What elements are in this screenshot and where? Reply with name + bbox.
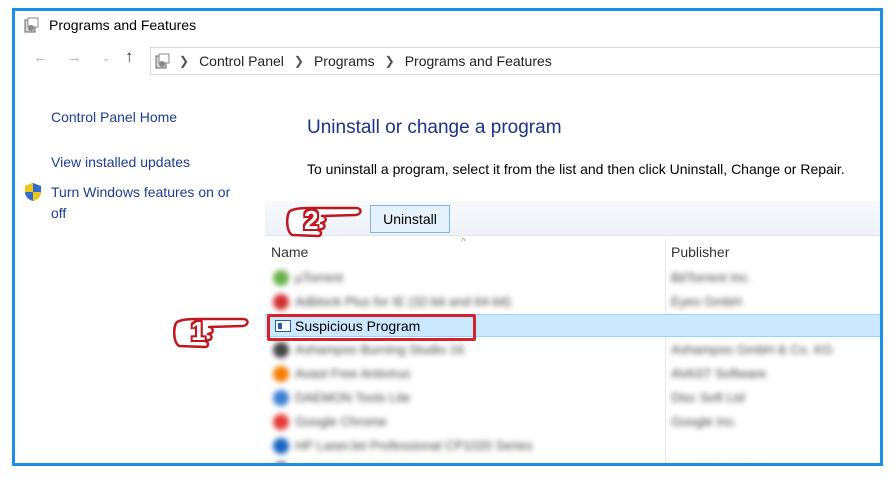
- program-row[interactable]: DAEMON Tools Lite Disc Soft Ltd: [265, 386, 880, 409]
- control-panel-icon: [155, 53, 171, 69]
- pointing-hand-step-1: 1: [169, 314, 261, 357]
- program-name: DAEMON Tools Lite: [295, 390, 411, 405]
- program-publisher: Disc Soft Ltd: [671, 390, 745, 405]
- program-publisher: AVAST Software: [671, 366, 767, 381]
- program-row[interactable]: Adblock Plus for IE (32-bit and 64-bit) E…: [265, 290, 880, 313]
- program-icon: [273, 414, 289, 430]
- back-arrow-icon[interactable]: ←: [33, 49, 48, 66]
- breadcrumb-separator-icon: ❯: [293, 54, 304, 68]
- programs-features-window: Programs and Features ← → ⌄ ↑ ❯ Control …: [12, 8, 883, 466]
- breadcrumb-separator-icon: ❯: [179, 54, 190, 68]
- breadcrumb-separator-icon: ❯: [384, 54, 395, 68]
- up-arrow-icon[interactable]: ↑: [125, 47, 134, 67]
- sidebar-link-updates[interactable]: View installed updates: [51, 152, 190, 172]
- column-header-name[interactable]: Name: [271, 244, 308, 260]
- program-publisher: Ashampoo GmbH & Co. KG: [671, 342, 833, 357]
- program-icon: [273, 462, 289, 463]
- program-icon: [273, 390, 289, 406]
- forward-arrow-icon[interactable]: →: [67, 49, 82, 66]
- step-number-2: 2: [304, 205, 319, 235]
- title-bar: Programs and Features: [15, 11, 880, 39]
- sidebar-link-windows-features-cont[interactable]: off: [51, 203, 66, 223]
- program-name: Adblock Plus for IE (32-bit and 64-bit): [295, 294, 512, 309]
- program-row[interactable]: HP LaserJet Professional CP1020 Series: [265, 434, 880, 457]
- address-bar[interactable]: ❯ Control Panel ❯ Programs ❯ Programs an…: [150, 47, 880, 75]
- column-header-publisher[interactable]: Publisher: [671, 244, 729, 260]
- breadcrumb-control-panel[interactable]: Control Panel: [199, 53, 284, 69]
- pointing-hand-step-2: 2: [282, 203, 374, 246]
- sort-ascending-icon: ^: [461, 237, 466, 248]
- program-row[interactable]: Ashampoo Burning Studio 16 Ashampoo GmbH …: [265, 338, 880, 361]
- breadcrumb-programs-features[interactable]: Programs and Features: [405, 53, 552, 69]
- program-icon: [273, 342, 289, 358]
- window-title: Programs and Features: [49, 17, 197, 33]
- program-name: Ashampoo Burning Studio 16: [295, 342, 465, 357]
- sidebar-link-windows-features[interactable]: Turn Windows features on or: [51, 182, 230, 202]
- step-number-1: 1: [191, 316, 206, 346]
- program-icon: [273, 366, 289, 382]
- page-title: Uninstall or change a program: [307, 117, 562, 138]
- program-icon: [273, 294, 289, 310]
- program-publisher: BitTorrent Inc.: [671, 270, 752, 285]
- program-row[interactable]: Intel Graphics Driver Intel Corporation: [265, 458, 880, 463]
- program-row[interactable]: Avast Free Antivirus AVAST Software: [265, 362, 880, 385]
- program-name: µTorrent: [295, 270, 343, 285]
- sidebar-link-home[interactable]: Control Panel Home: [51, 107, 177, 127]
- program-icon: [273, 270, 289, 286]
- program-publisher: Eyeo GmbH: [671, 294, 742, 309]
- program-name: HP LaserJet Professional CP1020 Series: [295, 438, 533, 453]
- instructions-text: To uninstall a program, select it from t…: [307, 161, 845, 177]
- uac-shield-icon: [24, 182, 42, 207]
- program-publisher: Google Inc.: [671, 414, 738, 429]
- uninstall-button[interactable]: Uninstall: [370, 205, 450, 233]
- program-icon: [273, 438, 289, 454]
- program-row[interactable]: Google Chrome Google Inc.: [265, 410, 880, 433]
- program-row[interactable]: µTorrent BitTorrent Inc.: [265, 266, 880, 289]
- program-name: Avast Free Antivirus: [295, 366, 411, 381]
- program-name: Google Chrome: [295, 414, 387, 429]
- program-publisher: Intel Corporation: [671, 462, 767, 463]
- navigation-row: ← → ⌄ ↑ ❯ Control Panel ❯ Programs ❯ Pro…: [15, 47, 880, 75]
- breadcrumb-programs[interactable]: Programs: [314, 53, 375, 69]
- program-name: Intel Graphics Driver: [295, 462, 413, 463]
- selection-highlight-box: [267, 314, 476, 341]
- chevron-down-icon[interactable]: ⌄: [102, 53, 110, 64]
- programs-features-icon: [24, 17, 40, 38]
